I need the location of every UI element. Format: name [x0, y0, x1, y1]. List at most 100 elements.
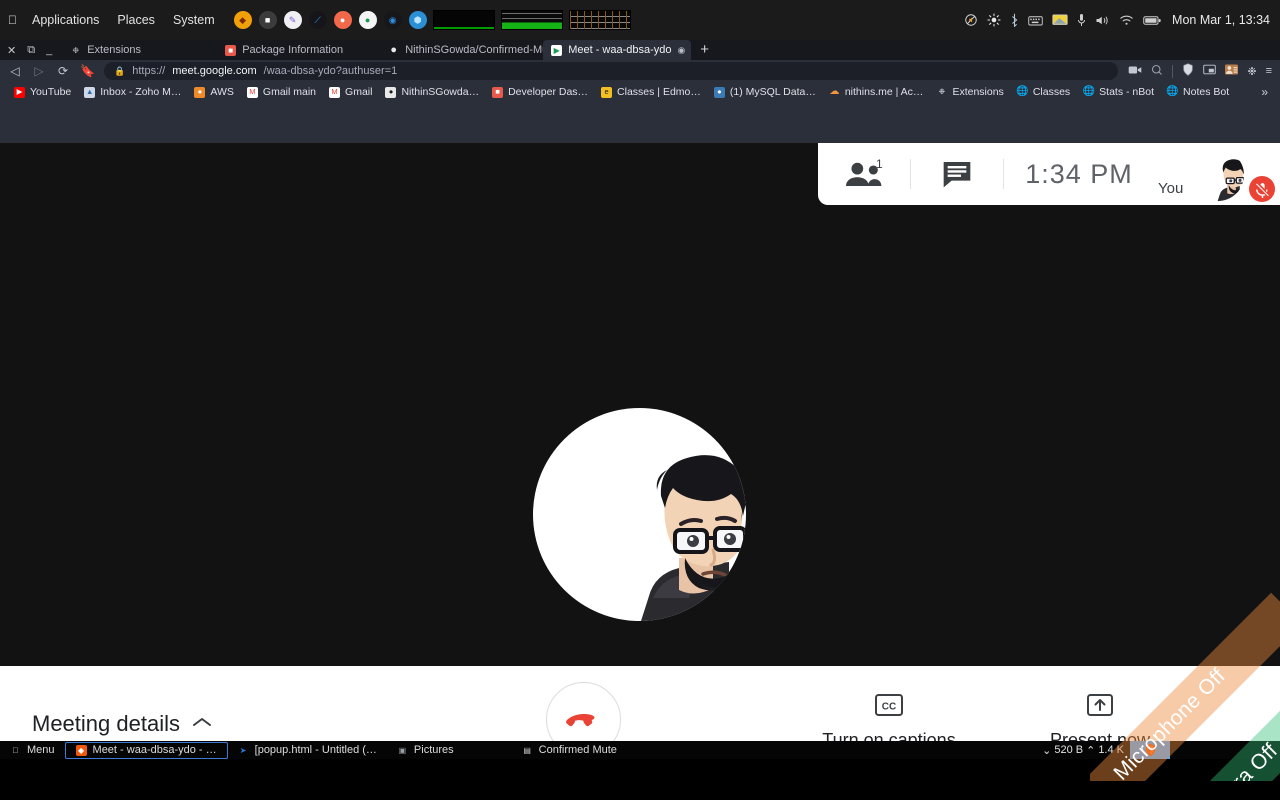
- display-icon[interactable]: [1052, 14, 1068, 27]
- os-menu-system[interactable]: System: [164, 0, 224, 40]
- participants-count-badge: 1: [876, 157, 883, 171]
- net-up-icon: ⌃: [1086, 744, 1096, 757]
- bookmark-label: Gmail: [345, 86, 373, 98]
- brave-shield-icon[interactable]: [1182, 63, 1194, 79]
- bookmark-notes-bot[interactable]: 🌐 Notes Bot: [1161, 83, 1235, 101]
- bluetooth-icon[interactable]: [1010, 13, 1019, 27]
- battery-icon[interactable]: [1143, 15, 1161, 26]
- browser-tabstrip: ✕ ⧉ _ ❉ Extensions ■ Package Information…: [0, 40, 1280, 60]
- bookmark-classes-edmodo[interactable]: e Classes | Edmo…: [595, 83, 707, 101]
- bookmark-github[interactable]: ● NithinSGowda…: [379, 83, 485, 101]
- volume-icon[interactable]: [1095, 14, 1110, 27]
- apple-menu-icon: : [10, 745, 21, 756]
- os-clock[interactable]: Mon Mar 1, 13:34: [1172, 13, 1270, 27]
- bookmarks-overflow-button[interactable]: »: [1261, 85, 1272, 99]
- reload-button[interactable]: ⟳: [56, 64, 70, 78]
- meeting-clock: 1:34 PM: [1025, 158, 1133, 189]
- puzzle-icon: ❉: [938, 87, 946, 97]
- bookmark-label: Notes Bot: [1183, 86, 1230, 98]
- terminal-app-icon[interactable]: ■: [258, 11, 277, 29]
- net-up-value: 1.4 K: [1098, 744, 1124, 756]
- media-cast-icon[interactable]: [1128, 65, 1142, 78]
- toolbar-divider: [1172, 64, 1174, 78]
- bookmark-mysql-database[interactable]: ● (1) MySQL Data…: [708, 83, 822, 101]
- os-app-launchers: ◆ ■ ✎ ⟋ ● ● ◉ ⬢: [233, 11, 427, 29]
- brave-app-icon[interactable]: ◆: [233, 11, 252, 29]
- forward-button[interactable]: ▷: [32, 64, 46, 78]
- search-in-page-icon[interactable]: [1151, 64, 1163, 79]
- window-minimize-button[interactable]: _: [46, 44, 52, 56]
- bookmark-classes[interactable]: 🌐 Classes: [1011, 83, 1076, 101]
- meet-video-stage: You 1: [0, 143, 1280, 759]
- gmail-icon: M: [329, 86, 341, 98]
- picture-in-picture-icon[interactable]: [1203, 64, 1217, 78]
- bitmoji-avatar-icon: [641, 455, 746, 621]
- participants-button[interactable]: 1: [818, 143, 910, 205]
- audio-muted-icon[interactable]: [964, 13, 978, 27]
- apple-menu-icon[interactable]: : [8, 13, 17, 27]
- bookmark-youtube[interactable]: ▶ YouTube: [8, 83, 77, 101]
- code-icon: ➤: [239, 745, 247, 755]
- extensions-puzzle-icon[interactable]: ❉: [1247, 65, 1256, 78]
- bookmark-zoho-inbox[interactable]: ▲ Inbox - Zoho M…: [78, 83, 187, 101]
- avatar: [533, 408, 746, 621]
- bookmark-extensions[interactable]: ❉ Extensions: [930, 83, 1009, 101]
- bookmark-gmail-main[interactable]: M Gmail main: [241, 83, 322, 101]
- taskbar-tray-brave-icon[interactable]: [1130, 741, 1170, 759]
- browser-tab-package-information[interactable]: ■ Package Information: [217, 40, 380, 60]
- vscode-app-icon[interactable]: ⟋: [308, 11, 327, 29]
- bookmark-label: (1) MySQL Data…: [729, 86, 816, 98]
- hangup-icon: [565, 713, 595, 726]
- bookmarks-bar: ▶ YouTube ▲ Inbox - Zoho M… ● AWS M Gmail ma…: [0, 82, 1280, 102]
- brightness-icon[interactable]: [987, 13, 1001, 27]
- bookmark-developer-dashboard[interactable]: ■ Developer Das…: [486, 83, 594, 101]
- os-menu-places[interactable]: Places: [108, 0, 164, 40]
- meeting-details-button[interactable]: Meeting details: [0, 711, 212, 737]
- atom-app-icon[interactable]: ✎: [283, 11, 302, 29]
- self-thumbnail[interactable]: You: [1154, 143, 1276, 205]
- taskbar-menu-button[interactable]:  Menu: [0, 741, 65, 759]
- bookmark-this-page-icon[interactable]: 🔖: [80, 64, 95, 78]
- window-restore-button[interactable]: ⧉: [27, 44, 35, 57]
- bookmark-stats-nbot[interactable]: 🌐 Stats - nBot: [1077, 83, 1160, 101]
- address-bar[interactable]: 🔒 https:// meet.google.com/waa-dbsa-ydo?a…: [104, 62, 1119, 80]
- microphone-icon[interactable]: [1077, 13, 1086, 27]
- wifi-icon[interactable]: [1119, 14, 1134, 26]
- taskbar-window-popup-html[interactable]: ➤ [popup.html - Untitled (…: [228, 741, 387, 759]
- chat-button[interactable]: [911, 143, 1003, 205]
- participant-avatar: [533, 408, 746, 621]
- bookmark-gmail[interactable]: M Gmail: [323, 83, 378, 101]
- svg-text:CC: CC: [882, 702, 896, 713]
- browser-menu-icon[interactable]: ≡: [1266, 65, 1272, 77]
- new-tab-button[interactable]: +: [691, 40, 718, 60]
- meeting-details-label: Meeting details: [32, 710, 180, 736]
- keyboard-icon[interactable]: [1028, 15, 1043, 26]
- url-scheme: https://: [132, 65, 166, 77]
- globe-icon: 🌐: [1082, 86, 1095, 97]
- window-close-button[interactable]: ✕: [7, 44, 16, 57]
- browser-tab-meet[interactable]: ▶ Meet - waa-dbsa-ydo ◉ ✕: [543, 40, 692, 60]
- tab-mute-indicator-icon[interactable]: ◉: [678, 45, 686, 56]
- taskbar-window-meet[interactable]: ◆ Meet - waa-dbsa-ydo - …: [64, 741, 228, 759]
- firefox-app-icon[interactable]: ●: [333, 11, 352, 29]
- os-menu-applications[interactable]: Applications: [23, 0, 108, 40]
- net-down-icon: ⌄: [1042, 744, 1052, 757]
- taskbar-row:  Menu ◆ Meet - waa-dbsa-ydo - … ➤ [popu…: [0, 741, 1280, 759]
- browser-tab-extensions[interactable]: ❉ Extensions: [62, 40, 217, 60]
- bookmark-label: Extensions: [952, 86, 1004, 98]
- postman-app-icon[interactable]: ◉: [383, 11, 402, 29]
- url-host: meet.google.com: [172, 65, 257, 77]
- url-path: /waa-dbsa-ydo?authuser=1: [263, 65, 398, 77]
- filemanager-app-icon[interactable]: ⬢: [408, 11, 427, 29]
- google-meet-page: You 1: [0, 143, 1280, 781]
- package-icon: ■: [225, 44, 237, 56]
- microphone-off-icon: [1249, 176, 1275, 202]
- browser-tab-github[interactable]: ● NithinSGowda/Confirmed-Mu: [380, 40, 543, 60]
- taskbar-workspace[interactable]: ▤ Confirmed Mute: [512, 741, 627, 759]
- back-button[interactable]: ◁: [8, 64, 22, 78]
- profile-icon[interactable]: [1225, 64, 1239, 78]
- taskbar-window-pictures[interactable]: ▣ Pictures: [387, 741, 464, 759]
- bookmark-nithins-me[interactable]: ☁ nithins.me | Ac…: [823, 83, 930, 101]
- bookmark-aws[interactable]: ● AWS: [188, 83, 240, 101]
- mongodb-app-icon[interactable]: ●: [358, 11, 377, 29]
